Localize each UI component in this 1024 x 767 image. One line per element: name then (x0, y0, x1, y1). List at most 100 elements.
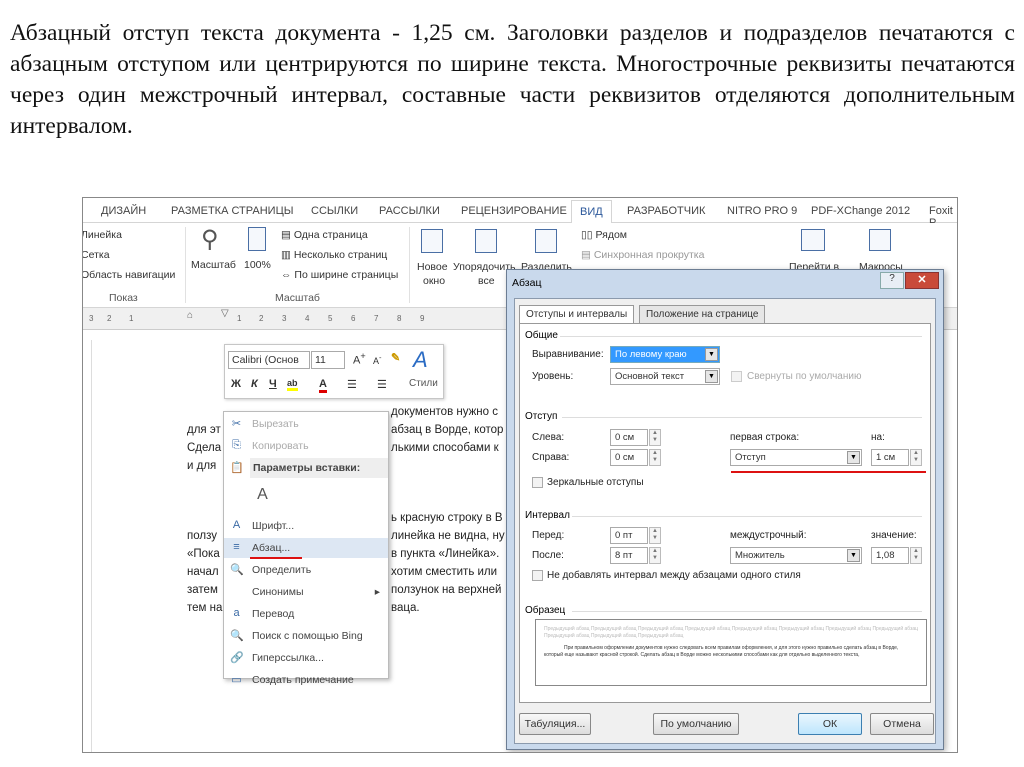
highlight-icon[interactable]: ab (287, 378, 298, 391)
divider (572, 516, 922, 517)
spacing-value-input[interactable]: 1,08 (871, 547, 909, 564)
first-line-by-spinner[interactable]: ▲ ▼ (910, 449, 922, 466)
font-name-select[interactable]: Calibri (Основ (228, 351, 310, 369)
grid-checkbox[interactable]: Сетка (83, 249, 110, 261)
styles-button[interactable]: Стили (409, 378, 438, 389)
menu-item-icon: 🔍 (230, 630, 244, 642)
intro-paragraph: Абзацный отступ текста документа - 1,25 … (10, 20, 1015, 139)
tab-layout[interactable]: РАЗМЕТКА СТРАНИЦЫ (171, 205, 293, 217)
preview-box: Предыдущий абзац Предыдущий абзац Предыд… (535, 619, 927, 686)
context-menu-item[interactable]: ✂ Вырезать (224, 414, 388, 434)
first-line-indent-marker-icon[interactable]: ▽ (221, 308, 229, 319)
general-section-title: Общие (525, 330, 558, 341)
alignment-value: По левому краю (615, 349, 687, 360)
no-add-space-checkbox[interactable] (532, 570, 543, 581)
one-page-label: Одна страница (293, 229, 368, 241)
underline-button[interactable]: Ч (269, 378, 277, 390)
menu-item-label: Параметры вставки: (250, 458, 388, 478)
cancel-button[interactable]: Отмена (870, 713, 934, 735)
context-menu-item[interactable]: Синонимы ▸ (224, 582, 388, 602)
font-name-value: Calibri (Основ (232, 354, 299, 366)
indent-right-spinner[interactable]: ▲ ▼ (649, 449, 661, 466)
menu-item-icon: ⎘ (232, 439, 241, 451)
after-input[interactable]: 8 пт (610, 547, 648, 564)
document-line-left: «Пока (187, 548, 220, 560)
zoom-button[interactable]: Масштаб (191, 259, 236, 271)
multi-page-button[interactable]: ▥ Несколько страниц (281, 249, 387, 261)
indent-left-spinner[interactable]: ▲ ▼ (649, 429, 661, 446)
tab-pdfxchange[interactable]: PDF-XChange 2012 (811, 205, 910, 217)
first-line-select[interactable]: Отступ ▼ (730, 449, 862, 466)
zoom-100-button[interactable]: 100% (244, 259, 271, 271)
preview-previous-text: Предыдущий абзац Предыдущий абзац Предыд… (544, 626, 919, 639)
numbering-icon[interactable]: ☰ (377, 378, 387, 391)
left-indent-marker-icon[interactable]: ⌂ (187, 310, 193, 321)
tab-nitro[interactable]: NITRO PRO 9 (727, 205, 797, 217)
context-menu-item[interactable]: 🔗 Гиперссылка... (224, 648, 388, 668)
preview-section-title: Образец (525, 605, 566, 616)
shrink-font-icon[interactable]: A- (373, 353, 382, 366)
context-menu-item[interactable]: 🔍 Определить (224, 560, 388, 580)
tabs-button[interactable]: Табуляция... (519, 713, 591, 735)
context-menu-item[interactable]: ≡ Абзац... (224, 538, 388, 559)
before-spinner[interactable]: ▲ ▼ (649, 527, 661, 544)
before-input[interactable]: 0 пт (610, 527, 648, 544)
line-spacing-select[interactable]: Множитель ▼ (730, 547, 862, 564)
styles-icon[interactable]: A (413, 347, 428, 373)
first-line-value: Отступ (735, 452, 766, 463)
chevron-down-icon: ▼ (847, 451, 860, 464)
context-menu-item[interactable]: a Перевод (224, 604, 388, 624)
document-line-left: тем на (187, 602, 223, 614)
format-painter-icon[interactable]: ✎ (391, 351, 400, 364)
tab-developer[interactable]: РАЗРАБОТЧИК (627, 205, 705, 217)
bullets-icon[interactable]: ☰ (347, 378, 357, 391)
help-button[interactable]: ? (880, 272, 904, 289)
context-menu-item[interactable]: ▭ Создать примечание (224, 670, 388, 690)
context-menu-item[interactable]: 🔍 Поиск с помощью Bing (224, 626, 388, 646)
document-line-right: лькими способами к (391, 442, 499, 454)
by-label: на: (871, 432, 885, 443)
page-width-button[interactable]: ⇔ По ширине страницы (281, 269, 398, 281)
level-select[interactable]: Основной текст ▼ (610, 368, 720, 385)
sync-scroll-button[interactable]: ▤ Синхронная прокрутка (581, 249, 704, 261)
close-button[interactable]: ✕ (905, 272, 939, 289)
tab-line-page-breaks[interactable]: Положение на странице (639, 305, 766, 324)
font-color-icon[interactable]: A (319, 378, 327, 393)
paragraph-dialog: Абзац ? ✕ Отступы и интервалы Положение … (506, 269, 944, 750)
side-by-side-button[interactable]: ▯▯ Рядом (581, 229, 627, 241)
before-value: 0 пт (615, 530, 633, 541)
ok-button[interactable]: ОК (798, 713, 862, 735)
indent-right-input[interactable]: 0 см (610, 449, 648, 466)
mirror-indents-checkbox[interactable] (532, 477, 543, 488)
font-size-select[interactable]: 11 (311, 351, 345, 369)
nav-pane-checkbox[interactable]: Область навигации (83, 269, 175, 281)
document-line-right: ползунок на верхней (391, 584, 502, 596)
italic-button[interactable]: К (251, 378, 258, 390)
one-page-button[interactable]: ▤ Одна страница (281, 229, 368, 241)
first-line-by-input[interactable]: 1 см (871, 449, 909, 466)
alignment-select[interactable]: По левому краю ▼ (610, 346, 720, 363)
tab-view[interactable]: ВИД (571, 200, 612, 224)
line-spacing-label: междустрочный: (730, 530, 807, 541)
spacing-value-spinner[interactable]: ▲ ▼ (910, 547, 922, 564)
ruler-checkbox[interactable]: Линейка (83, 229, 122, 241)
set-default-button[interactable]: По умолчанию (653, 713, 739, 735)
level-label: Уровень: (532, 371, 574, 382)
new-window-button[interactable]: Новое (417, 261, 448, 273)
grow-font-icon[interactable]: A+ (353, 351, 366, 367)
bold-button[interactable]: Ж (231, 378, 241, 390)
after-spinner[interactable]: ▲ ▼ (649, 547, 661, 564)
collapsed-checkbox[interactable] (731, 371, 742, 382)
tab-design[interactable]: ДИЗАЙН (101, 205, 146, 217)
preview-sample-text: При правильном оформлении документов нуж… (544, 645, 899, 658)
tab-review[interactable]: РЕЦЕНЗИРОВАНИЕ (461, 205, 567, 217)
tab-references[interactable]: ССЫЛКИ (311, 205, 358, 217)
context-menu-item[interactable]: 📋 Параметры вставки: (224, 458, 388, 478)
context-menu-item[interactable]: ⎘ Копировать (224, 436, 388, 456)
indent-left-input[interactable]: 0 см (610, 429, 648, 446)
chevron-down-icon: ▼ (705, 348, 718, 361)
context-menu-item[interactable]: A (224, 480, 388, 514)
tab-mailings[interactable]: РАССЫЛКИ (379, 205, 440, 217)
tab-indents-spacing[interactable]: Отступы и интервалы (519, 305, 635, 325)
context-menu-item[interactable]: A Шрифт... (224, 516, 388, 536)
